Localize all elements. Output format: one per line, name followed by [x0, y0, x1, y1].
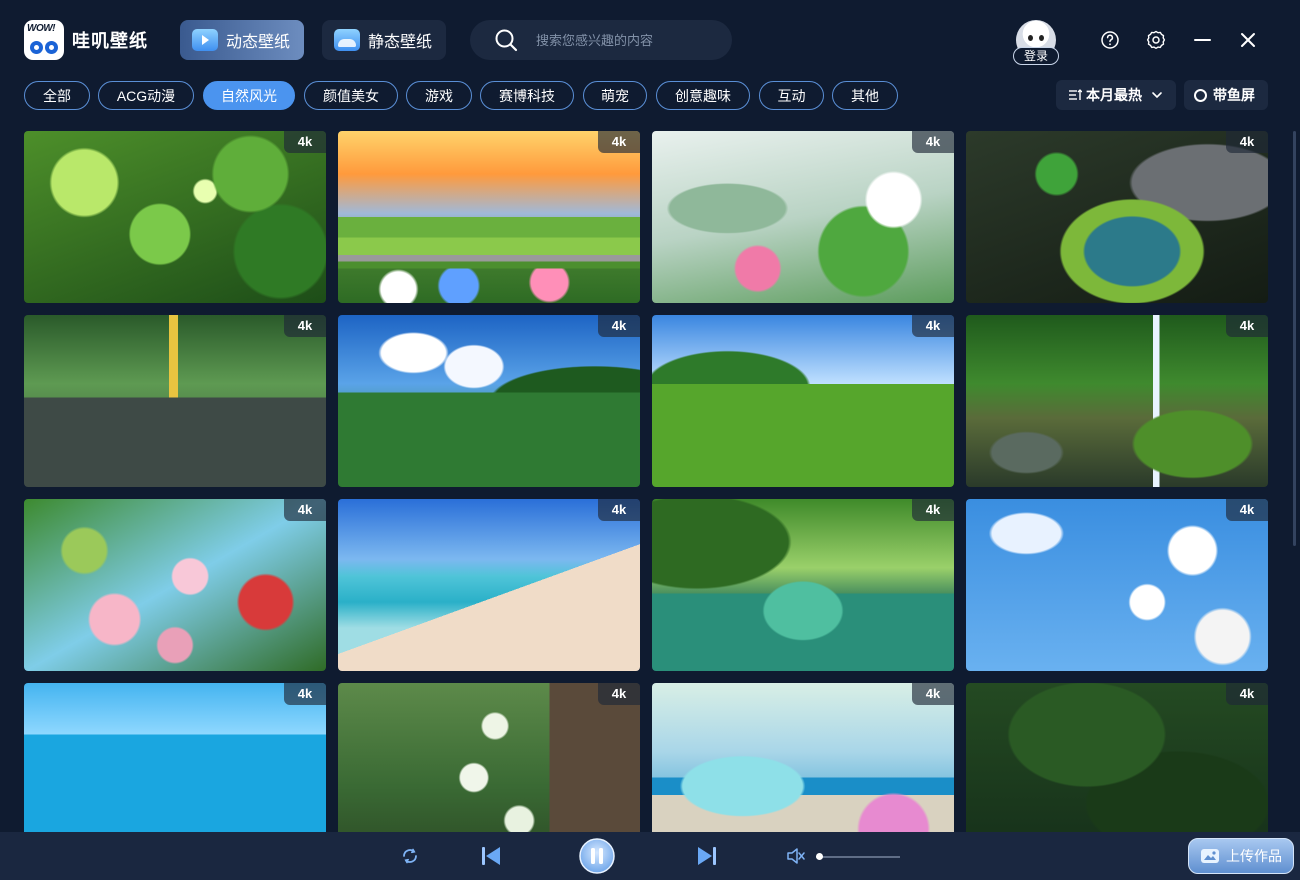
tab-static-wallpaper[interactable]: 静态壁纸	[322, 20, 446, 60]
wallpaper-grid: 4k 4k 4k 4k 4k 4k 4k 4k 4k 4k 4k 4k 4k 4…	[24, 131, 1268, 832]
logo-badge-text: WOW!	[27, 23, 56, 34]
fish-screen-label: 带鱼屏	[1213, 87, 1255, 103]
search-input[interactable]	[536, 30, 716, 50]
wallpaper-card[interactable]: 4k	[338, 499, 640, 671]
fish-screen-toggle[interactable]: 带鱼屏	[1184, 80, 1268, 110]
close-icon[interactable]	[1236, 28, 1260, 52]
quality-badge: 4k	[284, 131, 326, 153]
loop-icon[interactable]	[400, 846, 420, 866]
volume-slider[interactable]	[816, 856, 900, 858]
category-cyber[interactable]: 赛博科技	[480, 81, 574, 110]
help-icon[interactable]	[1098, 28, 1122, 52]
wallpaper-card[interactable]: 4k	[652, 131, 954, 303]
wallpaper-card[interactable]: 4k	[652, 315, 954, 487]
search-box	[470, 20, 732, 60]
wallpaper-card[interactable]: 4k	[338, 683, 640, 832]
pause-button[interactable]	[578, 837, 616, 875]
quality-badge: 4k	[284, 315, 326, 337]
tab-dynamic-wallpaper[interactable]: 动态壁纸	[180, 20, 304, 60]
wallpaper-card[interactable]: 4k	[24, 499, 326, 671]
app-logo: WOW! 哇叽壁纸	[24, 20, 148, 60]
mute-icon[interactable]	[786, 847, 806, 865]
quality-badge: 4k	[912, 131, 954, 153]
wallpaper-card[interactable]: 4k	[966, 315, 1268, 487]
quality-badge: 4k	[284, 683, 326, 705]
tv-icon	[192, 29, 218, 51]
category-beauty[interactable]: 颜值美女	[304, 81, 398, 110]
wallpaper-card[interactable]: 4k	[966, 131, 1268, 303]
sort-dropdown[interactable]: 本月最热	[1056, 80, 1176, 110]
previous-icon[interactable]	[480, 844, 502, 868]
scrollbar[interactable]	[1293, 131, 1296, 546]
sort-icon	[1069, 89, 1082, 100]
logo-icon: WOW!	[24, 20, 64, 60]
radio-icon[interactable]	[1194, 88, 1207, 102]
upload-icon	[1201, 849, 1219, 863]
category-creative[interactable]: 创意趣味	[656, 81, 750, 110]
login-button[interactable]: 登录	[1013, 47, 1059, 65]
player-bar	[0, 832, 1300, 880]
picture-icon	[334, 29, 360, 51]
category-other[interactable]: 其他	[832, 81, 898, 110]
category-all[interactable]: 全部	[24, 81, 90, 110]
quality-badge: 4k	[598, 131, 640, 153]
tab-static-label: 静态壁纸	[368, 34, 433, 51]
category-pets[interactable]: 萌宠	[583, 81, 647, 110]
upload-label: 上传作品	[1226, 848, 1282, 864]
wallpaper-card[interactable]: 4k	[24, 131, 326, 303]
user-login[interactable]: 登录	[1013, 20, 1060, 66]
chevron-down-icon	[1152, 92, 1162, 99]
wallpaper-card[interactable]: 4k	[652, 499, 954, 671]
wallpaper-card[interactable]: 4k	[338, 315, 640, 487]
category-interactive[interactable]: 互动	[759, 81, 824, 110]
wallpaper-card[interactable]: 4k	[966, 499, 1268, 671]
quality-badge: 4k	[1226, 131, 1268, 153]
quality-badge: 4k	[912, 499, 954, 521]
title-bar: WOW! 哇叽壁纸 动态壁纸 静态壁纸 登录	[0, 0, 1300, 80]
search-icon[interactable]	[494, 28, 518, 52]
category-nature[interactable]: 自然风光	[203, 81, 295, 110]
wallpaper-card[interactable]: 4k	[966, 683, 1268, 832]
category-games[interactable]: 游戏	[406, 81, 472, 110]
quality-badge: 4k	[1226, 499, 1268, 521]
app-name: 哇叽壁纸	[72, 31, 148, 51]
wallpaper-card[interactable]: 4k	[652, 683, 954, 832]
quality-badge: 4k	[598, 499, 640, 521]
minimize-icon[interactable]	[1190, 28, 1214, 52]
upload-button[interactable]: 上传作品	[1188, 838, 1294, 874]
tab-dynamic-label: 动态壁纸	[226, 34, 291, 51]
quality-badge: 4k	[598, 315, 640, 337]
quality-badge: 4k	[284, 499, 326, 521]
quality-badge: 4k	[1226, 315, 1268, 337]
settings-icon[interactable]	[1144, 28, 1168, 52]
wallpaper-card[interactable]: 4k	[338, 131, 640, 303]
next-icon[interactable]	[696, 844, 718, 868]
wallpaper-card[interactable]: 4k	[24, 683, 326, 832]
volume-knob[interactable]	[816, 853, 823, 860]
wallpaper-card[interactable]: 4k	[24, 315, 326, 487]
quality-badge: 4k	[598, 683, 640, 705]
quality-badge: 4k	[912, 683, 954, 705]
quality-badge: 4k	[912, 315, 954, 337]
quality-badge: 4k	[1226, 683, 1268, 705]
sort-label: 本月最热	[1086, 87, 1142, 103]
category-acg[interactable]: ACG动漫	[98, 81, 194, 110]
